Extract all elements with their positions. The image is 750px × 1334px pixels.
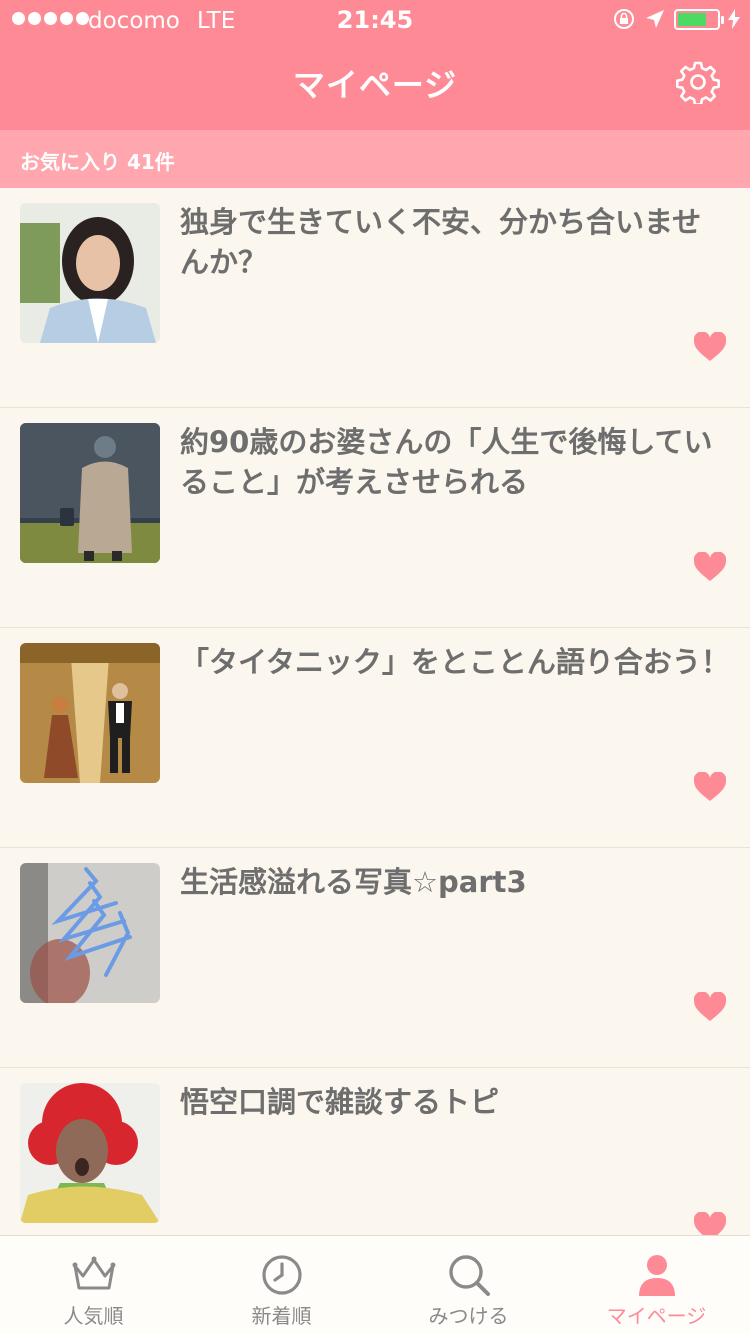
topic-item[interactable]: 独身で生きていく不安、分かち合いませんか？ (0, 188, 750, 408)
topic-thumbnail (20, 1083, 160, 1223)
status-right (612, 7, 740, 31)
tab-new[interactable]: 新着順 (188, 1236, 375, 1334)
page-title: マイページ (292, 66, 458, 104)
topic-list: 独身で生きていく不安、分かち合いませんか？ 約90歳のお婆さんの「人生で後悔して… (0, 188, 750, 1288)
topic-thumbnail (20, 423, 160, 563)
person-icon (639, 1255, 675, 1296)
tab-popular[interactable]: 人気順 (0, 1236, 187, 1334)
battery-icon (674, 8, 724, 30)
gear-icon[interactable] (676, 60, 720, 104)
tab-label: 新着順 (251, 1304, 312, 1328)
topic-thumbnail (20, 863, 160, 1003)
topic-title[interactable]: 独身で生きていく不安、分かち合いませんか？ (180, 202, 730, 282)
location-arrow-icon (646, 10, 664, 28)
favorites-count: お気に入り 41件 (20, 150, 175, 174)
tab-mypage[interactable]: マイページ (563, 1236, 750, 1334)
topic-title[interactable]: 悟空口調で雑談するトピ (180, 1082, 730, 1122)
rotation-lock-icon (614, 9, 634, 29)
topic-item[interactable]: 「タイタニック」をとことん語り合おう！ (0, 628, 750, 848)
status-bar: docomo LTE 21:45 (0, 0, 750, 40)
search-icon (449, 1255, 490, 1296)
tab-discover[interactable]: みつける (375, 1236, 562, 1334)
topic-title[interactable]: 約90歳のお婆さんの「人生で後悔していること」が考えさせられる (180, 422, 730, 502)
tab-label: マイページ (606, 1304, 707, 1328)
topic-title[interactable]: 「タイタニック」をとことん語り合おう！ (180, 642, 730, 682)
heart-icon[interactable] (694, 992, 726, 1022)
topic-title[interactable]: 生活感溢れる写真☆part3 (180, 862, 730, 902)
crown-icon (72, 1256, 116, 1290)
clock-icon (262, 1255, 302, 1295)
heart-icon[interactable] (694, 772, 726, 802)
tab-label: 人気順 (63, 1304, 124, 1328)
topic-thumbnail (20, 203, 160, 343)
favorites-count-bar: お気に入り 41件 (0, 130, 750, 188)
screen: docomo LTE 21:45 マイページ お気に入り 41件 独身で生きてい… (0, 0, 750, 1334)
topic-item[interactable]: 約90歳のお婆さんの「人生で後悔していること」が考えさせられる (0, 408, 750, 628)
heart-icon[interactable] (694, 332, 726, 362)
tab-label: みつける (428, 1304, 509, 1328)
header: docomo LTE 21:45 マイページ (0, 0, 750, 130)
heart-icon[interactable] (694, 552, 726, 582)
tab-bar: 人気順 新着順 みつける マイページ (0, 1235, 750, 1334)
topic-item[interactable]: 生活感溢れる写真☆part3 (0, 848, 750, 1068)
topic-thumbnail (20, 643, 160, 783)
charging-bolt-icon (728, 9, 740, 29)
